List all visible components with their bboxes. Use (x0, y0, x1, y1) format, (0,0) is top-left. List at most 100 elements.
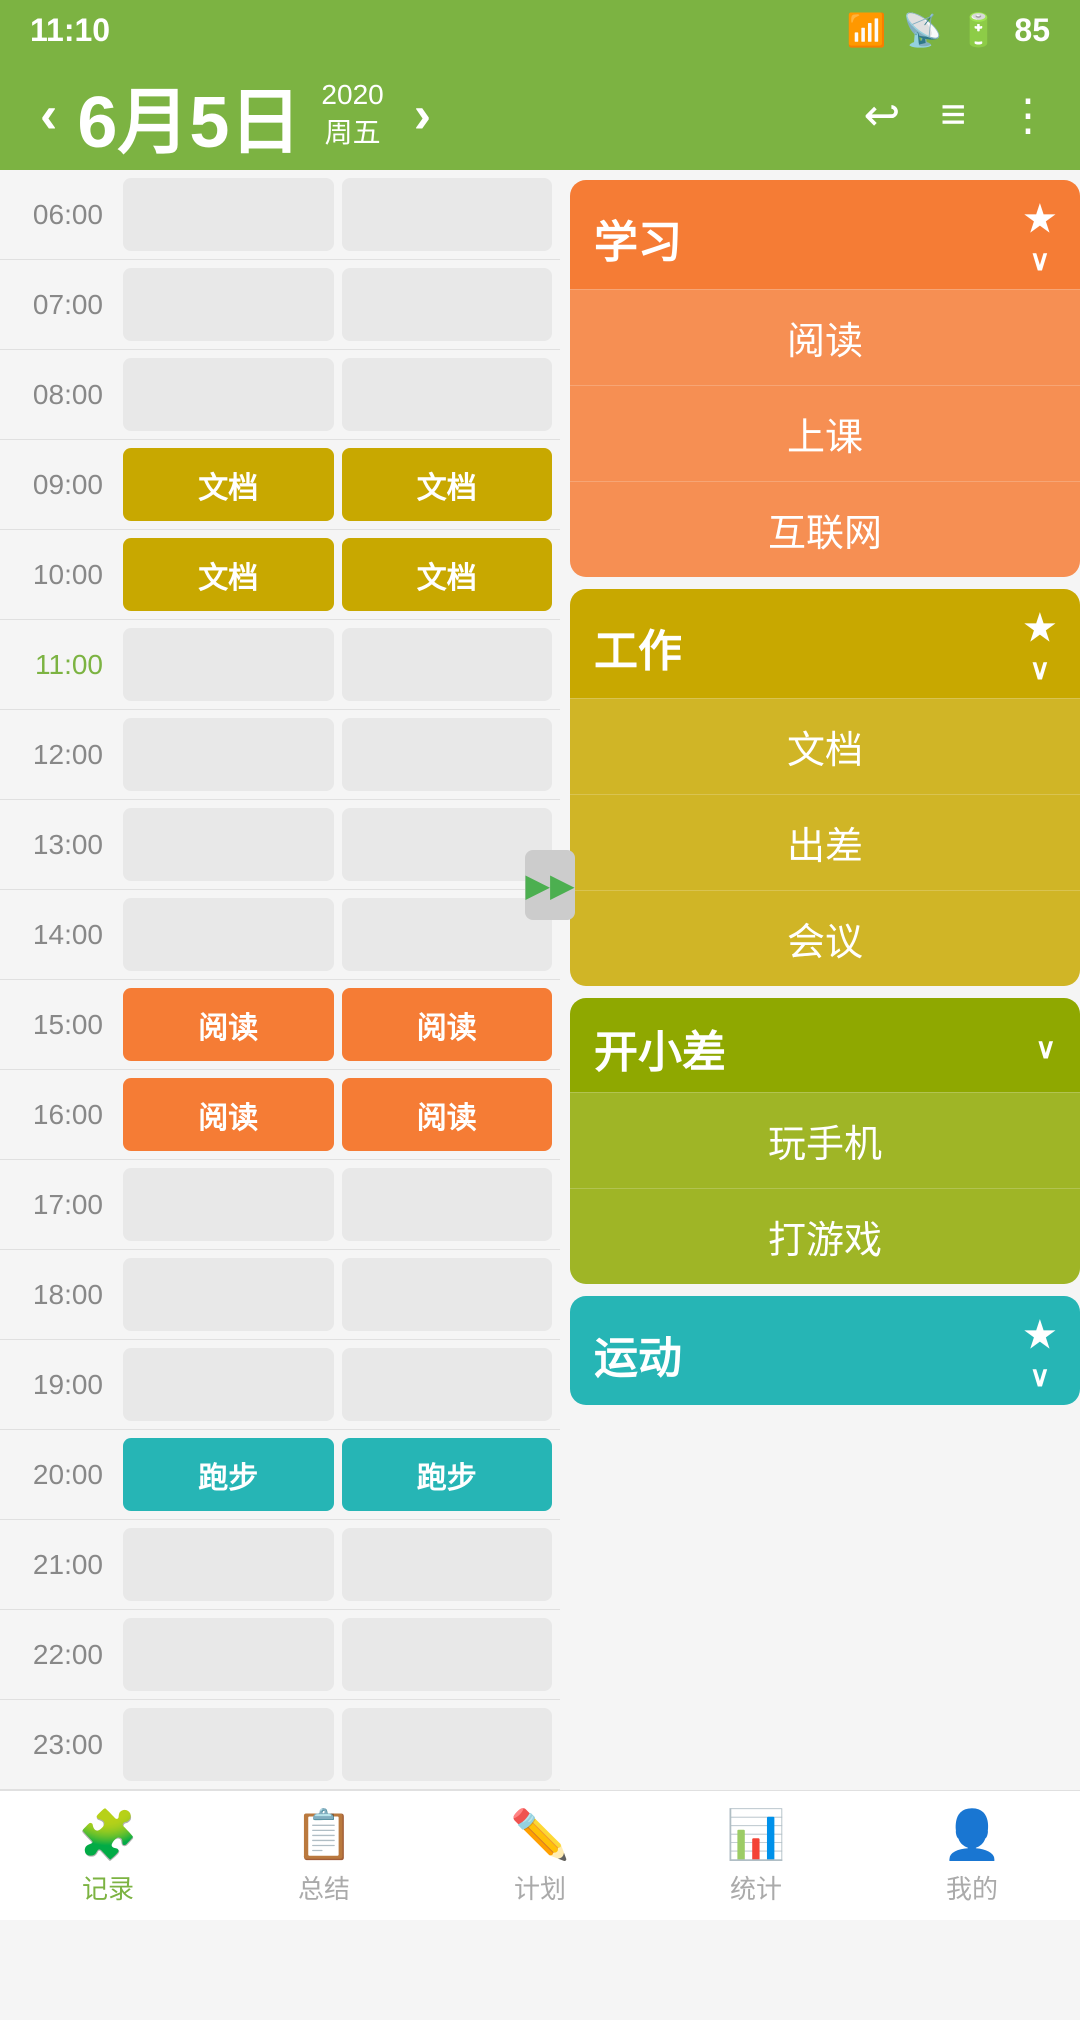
time-cell[interactable] (342, 358, 553, 431)
time-cell[interactable] (123, 1618, 334, 1691)
forward-arrow-button[interactable]: ▶▶ (525, 850, 575, 920)
time-cols (115, 1700, 560, 1789)
time-cell[interactable] (342, 808, 553, 881)
wifi-icon: 📶 (847, 11, 887, 49)
chevron-down-icon[interactable]: ∨ (1030, 1360, 1051, 1393)
time-cell[interactable] (123, 1258, 334, 1331)
status-bar: 11:10 📶 📡 🔋 85 (0, 0, 1080, 60)
star-icon[interactable]: ★ (1024, 198, 1056, 240)
category-header: 学习 ★ ∨ (570, 180, 1080, 289)
category-item[interactable]: 会议 (570, 890, 1080, 986)
time-cell[interactable] (123, 1528, 334, 1601)
time-cell[interactable] (342, 1348, 553, 1421)
time-cell[interactable] (123, 268, 334, 341)
time-cols (115, 1250, 560, 1339)
time-cell[interactable] (342, 1258, 553, 1331)
time-cell[interactable] (123, 718, 334, 791)
more-button[interactable]: ⋮ (1006, 90, 1050, 141)
nav-item-mine[interactable]: 👤我的 (942, 1806, 1002, 1906)
category-card-exercise[interactable]: 运动 ★ ∨ (570, 1296, 1080, 1405)
time-cell[interactable] (123, 178, 334, 251)
time-cell[interactable] (342, 178, 553, 251)
time-label: 13:00 (0, 800, 115, 889)
time-cell[interactable] (342, 898, 553, 971)
current-date: 6月5日 (77, 63, 301, 168)
time-cell[interactable] (342, 1168, 553, 1241)
time-cols (115, 170, 560, 259)
prev-date-button[interactable]: ‹ (30, 85, 67, 145)
undo-button[interactable]: ↩ (863, 90, 900, 141)
category-panel: 学习★∨阅读上课互联网工作★∨文档出差会议开小差∨玩手机打游戏运动★∨ (560, 170, 1080, 1880)
time-row: 09:00文档文档 (0, 440, 560, 530)
time-cell[interactable] (342, 1528, 553, 1601)
category-name: 学习 (594, 206, 682, 270)
time-cell[interactable] (123, 358, 334, 431)
time-cell[interactable]: 文档 (123, 448, 334, 521)
nav-item-record[interactable]: 🧩记录 (78, 1806, 138, 1906)
time-cell[interactable] (123, 898, 334, 971)
category-item[interactable]: 打游戏 (570, 1188, 1080, 1284)
time-cell[interactable] (342, 1618, 553, 1691)
time-label: 23:00 (0, 1700, 115, 1789)
time-cols: 跑步跑步 (115, 1430, 560, 1519)
time-cell[interactable]: 文档 (123, 538, 334, 611)
time-cell[interactable] (123, 1348, 334, 1421)
time-label: 15:00 (0, 980, 115, 1069)
time-cell[interactable]: 跑步 (342, 1438, 553, 1511)
nav-item-summary[interactable]: 📋总结 (294, 1806, 354, 1906)
time-label: 17:00 (0, 1160, 115, 1249)
nav-icon-plan: ✏️ (510, 1806, 570, 1863)
time-label: 07:00 (0, 260, 115, 349)
time-row: 17:00 (0, 1160, 560, 1250)
time-label: 09:00 (0, 440, 115, 529)
category-card-study[interactable]: 学习 ★ ∨ 阅读上课互联网 (570, 180, 1080, 577)
time-cell[interactable]: 文档 (342, 538, 553, 611)
time-cell[interactable]: 阅读 (123, 988, 334, 1061)
category-item[interactable]: 玩手机 (570, 1092, 1080, 1188)
time-row: 21:00 (0, 1520, 560, 1610)
chevron-down-icon[interactable]: ∨ (1036, 1032, 1057, 1065)
time-label: 21:00 (0, 1520, 115, 1609)
time-label: 08:00 (0, 350, 115, 439)
nav-item-stats[interactable]: 📊统计 (726, 1806, 786, 1906)
star-icon[interactable]: ★ (1024, 1314, 1056, 1356)
time-row: 11:00 (0, 620, 560, 710)
time-row: 13:00 (0, 800, 560, 890)
time-cell[interactable]: 阅读 (123, 1078, 334, 1151)
time-cell[interactable] (123, 1168, 334, 1241)
category-item[interactable]: 上课 (570, 385, 1080, 481)
time-cols (115, 890, 560, 979)
time-cell[interactable] (342, 268, 553, 341)
time-cell[interactable] (123, 628, 334, 701)
next-date-button[interactable]: › (404, 85, 441, 145)
chevron-down-icon[interactable]: ∨ (1030, 244, 1051, 277)
time-cell[interactable]: 阅读 (342, 988, 553, 1061)
time-cell[interactable] (342, 628, 553, 701)
time-cell[interactable]: 跑步 (123, 1438, 334, 1511)
time-cell[interactable]: 阅读 (342, 1078, 553, 1151)
category-item[interactable]: 出差 (570, 794, 1080, 890)
time-cols: 阅读阅读 (115, 980, 560, 1069)
nav-item-plan[interactable]: ✏️计划 (510, 1806, 570, 1906)
category-item[interactable]: 阅读 (570, 289, 1080, 385)
time-label: 14:00 (0, 890, 115, 979)
category-name: 运动 (594, 1322, 682, 1386)
top-bar: ‹ 6月5日 2020 周五 › ↩ ≡ ⋮ (0, 60, 1080, 170)
category-item[interactable]: 互联网 (570, 481, 1080, 577)
time-label: 19:00 (0, 1340, 115, 1429)
time-cell[interactable] (123, 1708, 334, 1781)
time-cell[interactable]: 文档 (342, 448, 553, 521)
time-cell[interactable] (123, 808, 334, 881)
time-cell[interactable] (342, 718, 553, 791)
chevron-down-icon[interactable]: ∨ (1030, 653, 1051, 686)
menu-button[interactable]: ≡ (940, 90, 966, 140)
time-cols (115, 1610, 560, 1699)
star-icon[interactable]: ★ (1024, 607, 1056, 649)
date-weekday: 周五 (325, 111, 381, 151)
time-label: 18:00 (0, 1250, 115, 1339)
category-item[interactable]: 文档 (570, 698, 1080, 794)
category-card-slack[interactable]: 开小差∨玩手机打游戏 (570, 998, 1080, 1284)
time-cell[interactable] (342, 1708, 553, 1781)
category-items: 文档出差会议 (570, 698, 1080, 986)
category-card-work[interactable]: 工作★∨文档出差会议 (570, 589, 1080, 986)
